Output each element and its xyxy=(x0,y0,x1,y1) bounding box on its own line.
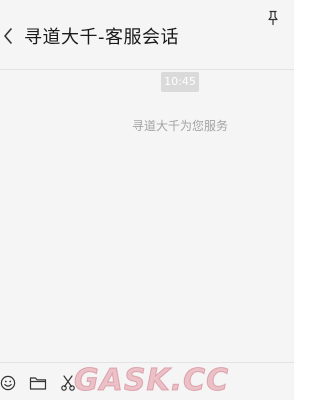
chevron-left-icon[interactable] xyxy=(2,26,16,46)
folder-icon[interactable] xyxy=(29,375,47,391)
pin-icon[interactable] xyxy=(267,10,279,26)
chat-window: 寻道大千-客服会话 10:45 寻道大千为您服务 GASK.CC xyxy=(0,0,294,400)
window-edge xyxy=(294,0,300,400)
emoji-icon[interactable] xyxy=(0,375,16,391)
input-toolbar xyxy=(0,362,294,400)
scissors-icon[interactable] xyxy=(60,375,76,391)
chat-title: 寻道大千-客服会话 xyxy=(24,27,179,48)
chat-header: 寻道大千-客服会话 xyxy=(0,0,294,70)
timestamp-badge: 10:45 xyxy=(161,72,199,92)
system-message: 寻道大千为您服务 xyxy=(131,119,228,133)
